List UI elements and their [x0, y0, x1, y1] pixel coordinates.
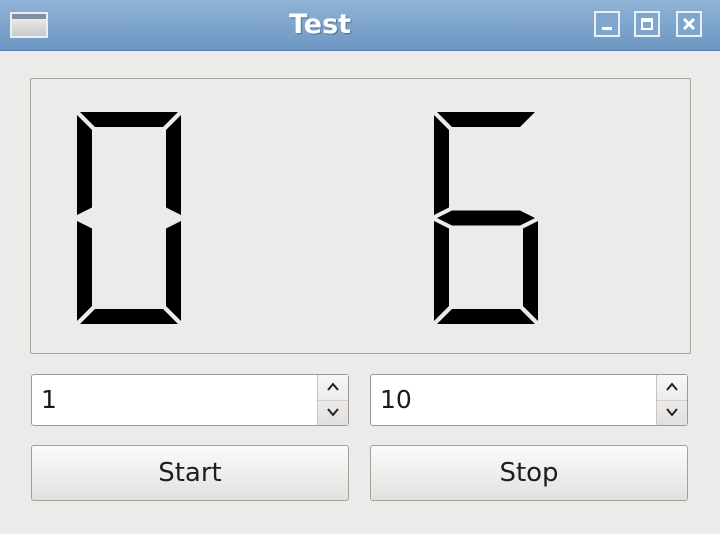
close-icon — [682, 17, 696, 31]
chevron-down-icon — [327, 408, 339, 417]
lcd-digit — [434, 112, 538, 324]
lcd-digit — [77, 112, 181, 324]
start-button[interactable]: Start — [31, 445, 349, 501]
lcd-segment-d — [437, 309, 535, 324]
lcd-segment-b — [166, 115, 181, 215]
lcd-digits — [77, 112, 538, 324]
chevron-up-icon — [666, 382, 678, 391]
stop-button[interactable]: Stop — [370, 445, 688, 501]
chevron-up-icon — [327, 382, 339, 391]
right-spinbox-up-button[interactable] — [657, 375, 687, 401]
lcd-segment-c — [166, 221, 181, 321]
right-spinbox[interactable]: 10 — [370, 374, 688, 426]
left-spinbox-down-button[interactable] — [318, 400, 348, 425]
lcd-segment-g — [437, 210, 535, 226]
maximize-button[interactable] — [634, 11, 660, 37]
right-spinbox-down-button[interactable] — [657, 400, 687, 425]
lcd-segment-a — [437, 112, 535, 127]
close-button[interactable] — [676, 11, 702, 37]
left-spinbox[interactable]: 1 — [31, 374, 349, 426]
maximize-icon — [641, 18, 653, 30]
lcd-segment-f — [434, 115, 449, 215]
window-title: Test — [288, 9, 352, 40]
left-spinbox-value[interactable]: 1 — [41, 375, 57, 425]
lcd-segment-f — [77, 115, 92, 215]
lcd-segment-a — [80, 112, 178, 127]
lcd-time-display — [30, 78, 691, 354]
lcd-segment-c — [523, 221, 538, 321]
chevron-down-icon — [666, 408, 678, 417]
lcd-segment-e — [434, 221, 449, 321]
right-spinbox-arrows — [656, 375, 687, 425]
minimize-icon — [602, 27, 612, 30]
lcd-segment-d — [80, 309, 178, 324]
minimize-button[interactable] — [594, 11, 620, 37]
title-bar[interactable]: Test — [0, 0, 720, 51]
app-window: Test 1 10 Start Stop — [0, 0, 720, 534]
lcd-segment-e — [77, 221, 92, 321]
left-spinbox-arrows — [317, 375, 348, 425]
left-spinbox-up-button[interactable] — [318, 375, 348, 401]
right-spinbox-value[interactable]: 10 — [380, 375, 412, 425]
